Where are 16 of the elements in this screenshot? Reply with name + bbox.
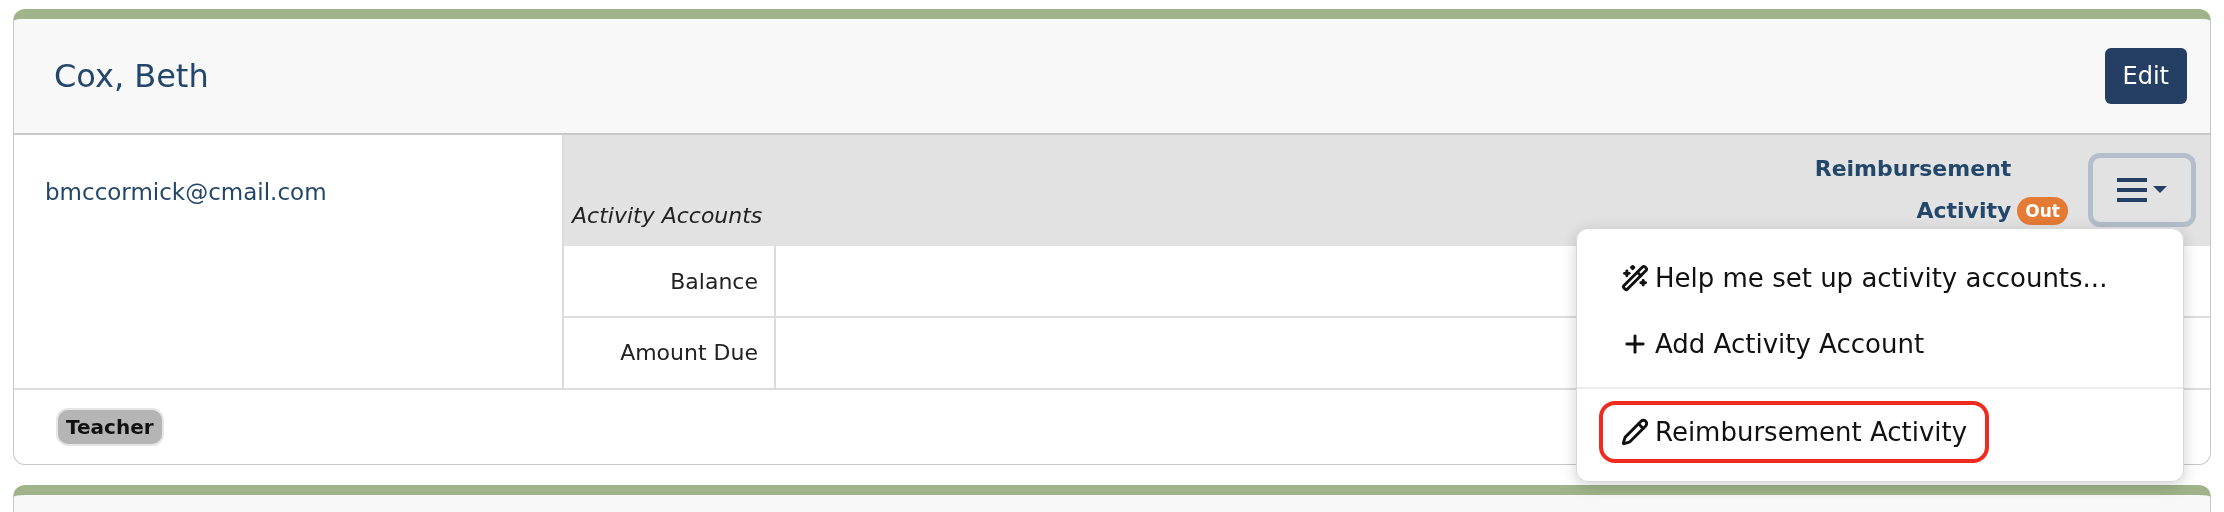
pencil-icon xyxy=(1621,418,1649,446)
status-badge: Out xyxy=(2017,197,2068,225)
card-title: Cox, Beth xyxy=(54,56,209,97)
role-tag: Teacher xyxy=(56,408,164,446)
reimbursement-link[interactable]: Reimbursement Activity xyxy=(1811,148,2012,232)
menu-item[interactable]: Reimbursement Activity xyxy=(1599,401,1990,463)
menu-icon xyxy=(2117,177,2167,203)
row-label: Amount Due xyxy=(620,338,758,367)
edit-button[interactable]: Edit xyxy=(2104,48,2187,104)
magic-wand-icon xyxy=(1621,264,1649,292)
section-heading: Activity Accounts xyxy=(572,202,763,230)
menu-item[interactable]: Add Activity Account xyxy=(1599,313,1947,375)
email-link[interactable]: bmccormick@cmail.com xyxy=(45,179,327,205)
menu-button[interactable] xyxy=(2088,153,2196,227)
row-label: Balance xyxy=(670,267,758,296)
menu-item[interactable]: Help me set up activity accounts... xyxy=(1599,247,2130,309)
